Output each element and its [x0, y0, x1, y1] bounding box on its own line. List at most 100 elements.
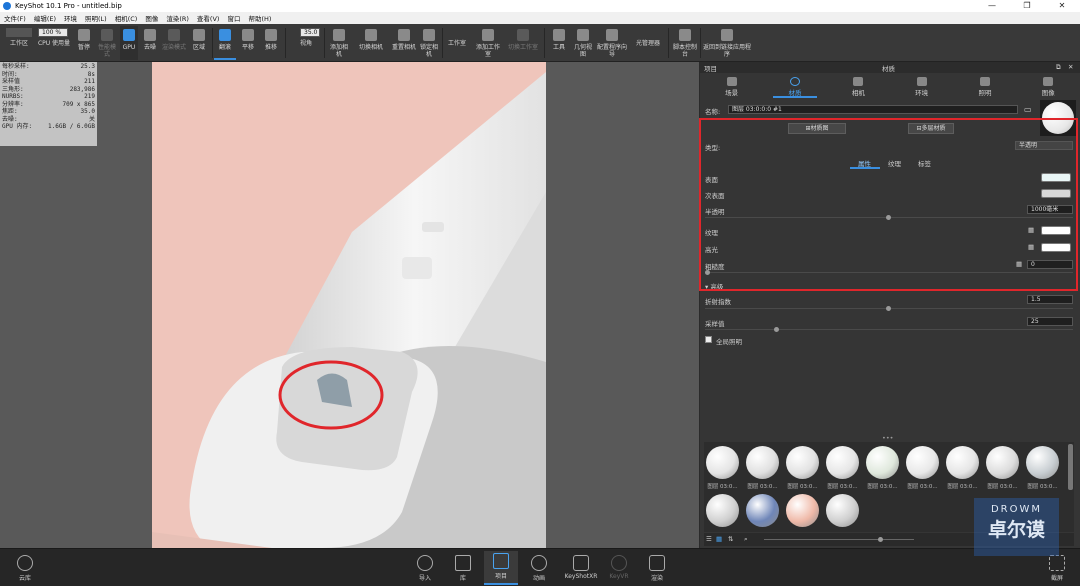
material-ball[interactable] [866, 446, 899, 479]
tool-region[interactable]: 区域 [188, 26, 210, 60]
specular-color-swatch[interactable] [1041, 243, 1071, 252]
samples-slider-knob[interactable] [774, 327, 779, 332]
samples-input[interactable]: 25 [1027, 317, 1073, 326]
texture-color-swatch[interactable] [1041, 226, 1071, 235]
library-button[interactable]: 库 [446, 553, 480, 582]
render-canvas[interactable] [152, 62, 546, 548]
multi-material-button[interactable]: ⊟多层材质 [908, 123, 954, 134]
menu-view[interactable]: 查看(V) [193, 13, 224, 23]
tool-configurator-wizard[interactable]: 配置程序向导 [596, 26, 628, 60]
tool-gpu[interactable]: GPU [120, 26, 138, 60]
material-ball[interactable] [1026, 446, 1059, 479]
translucency-input[interactable]: 1000毫米 [1027, 205, 1073, 214]
material-type-dropdown[interactable]: 半透明 [1015, 141, 1073, 150]
tab-scene[interactable]: 场景 [700, 74, 763, 98]
tab-image[interactable]: 图像 [1017, 74, 1080, 98]
material-ball[interactable] [826, 494, 859, 527]
material-ball[interactable] [906, 446, 939, 479]
material-ball[interactable] [986, 446, 1019, 479]
search-icon[interactable]: ⌕ [744, 535, 748, 544]
roughness-slider[interactable] [705, 272, 1073, 273]
cloud-library-button[interactable]: 云库 [8, 553, 42, 582]
tab-camera[interactable]: 相机 [827, 74, 890, 98]
cpu-usage-field[interactable]: 100 % [38, 28, 68, 37]
menu-lighting[interactable]: 照明(L) [81, 13, 111, 23]
subsurface-color-swatch[interactable] [1041, 189, 1071, 198]
menu-help[interactable]: 帮助(H) [244, 13, 275, 23]
menu-edit[interactable]: 编辑(E) [30, 13, 60, 23]
roughness-input[interactable]: 0 [1027, 260, 1073, 269]
tab-material[interactable]: 材质 [763, 74, 826, 98]
menu-environment[interactable]: 环境 [60, 13, 81, 23]
keyshotxr-button[interactable]: KeyShotXR [562, 553, 600, 580]
material-name-input[interactable]: 图层 03:0:0:0 #1 [728, 105, 1018, 114]
tool-add-studio[interactable]: 添加工作室 [474, 26, 502, 60]
tool-pan[interactable]: 平移 [238, 26, 258, 60]
roughness-map-icon[interactable]: ▦ [1016, 260, 1022, 268]
panel-float-icon[interactable]: ⧉ [1056, 63, 1061, 72]
sort-icon[interactable]: ⇅ [728, 535, 733, 543]
tab-lighting[interactable]: 照明 [953, 74, 1016, 98]
material-ball[interactable] [746, 446, 779, 479]
material-ball[interactable] [706, 446, 739, 479]
ior-slider-knob[interactable] [886, 306, 891, 311]
library-scrollbar[interactable] [1068, 444, 1073, 490]
material-graph-button[interactable]: ⊞材质图 [788, 123, 846, 134]
material-ball[interactable] [786, 494, 819, 527]
menu-window[interactable]: 窗口 [223, 13, 244, 23]
tool-lock-camera[interactable]: 锁定相机 [418, 26, 440, 60]
thumbnail-size-knob[interactable] [878, 537, 883, 542]
tool-reset-camera[interactable]: 重置相机 [392, 26, 416, 60]
fov-field[interactable]: 35.0 [300, 28, 320, 37]
tool-render-mode[interactable]: 渲染模式 [162, 26, 186, 60]
tool-dolly[interactable]: 推移 [260, 26, 282, 60]
subtab-textures[interactable]: 纹理 [888, 158, 901, 168]
workspace-dropdown[interactable] [6, 28, 32, 37]
material-ball[interactable] [786, 446, 819, 479]
thumbnail-size-slider[interactable] [764, 539, 914, 540]
tool-return-to-linked-app[interactable]: 返回到链接应用程序 [702, 26, 752, 60]
material-ball[interactable] [826, 446, 859, 479]
menu-image[interactable]: 图像 [141, 13, 162, 23]
tool-add-camera[interactable]: 添加相机 [328, 26, 350, 60]
specular-map-icon[interactable]: ▦ [1028, 243, 1034, 251]
animation-button[interactable]: 动画 [522, 553, 556, 582]
surface-color-swatch[interactable] [1041, 173, 1071, 182]
maximize-button[interactable]: ❐ [1010, 0, 1044, 12]
menu-render[interactable]: 渲染(R) [162, 13, 193, 23]
splitter-dots[interactable]: ••• [882, 434, 894, 442]
render-button[interactable]: 渲染 [640, 553, 674, 582]
tool-switch-studio[interactable]: 切换工作室 [508, 26, 538, 60]
material-ball[interactable] [946, 446, 979, 479]
tool-performance-mode[interactable]: 性能模式 [96, 26, 118, 60]
render-viewport[interactable]: 每秒采样: 25.3 时间: 8s 采样值 211 三角形: 283,986 NURBS… [0, 62, 699, 548]
material-ball[interactable] [706, 494, 739, 527]
texture-map-icon[interactable]: ▦ [1028, 226, 1034, 234]
list-view-icon[interactable]: ☰ [706, 535, 712, 543]
project-button[interactable]: 项目 [484, 551, 518, 585]
tool-tumble[interactable]: 翻滚 [214, 26, 236, 60]
tool-denoise[interactable]: 去噪 [140, 26, 160, 60]
tool-geometry-view[interactable]: 几何视图 [572, 26, 594, 60]
tab-environment[interactable]: 环境 [890, 74, 953, 98]
grid-view-icon[interactable]: ▦ [716, 535, 722, 543]
panel-close-icon[interactable]: ✕ [1068, 63, 1073, 71]
translucency-slider-knob[interactable] [886, 215, 891, 220]
material-ball[interactable] [746, 494, 779, 527]
keyvr-button[interactable]: KeyVR [602, 553, 636, 580]
screenshot-button[interactable]: 截屏 [1040, 553, 1074, 582]
roughness-slider-knob[interactable] [705, 270, 710, 275]
samples-slider[interactable] [705, 329, 1073, 330]
menu-file[interactable]: 文件(F) [0, 13, 30, 23]
minimize-button[interactable]: — [975, 0, 1009, 12]
tool-script-console[interactable]: 脚本控制台 [672, 26, 698, 60]
tool-pause[interactable]: 暂停 [74, 26, 94, 60]
save-material-icon[interactable]: ▭ [1024, 105, 1032, 114]
tool-tools[interactable]: 工具 [548, 26, 570, 60]
import-button[interactable]: 导入 [408, 553, 442, 582]
close-button[interactable]: ✕ [1045, 0, 1079, 12]
ior-input[interactable]: 1.5 [1027, 295, 1073, 304]
advanced-section-toggle[interactable]: ▾ 高级 [705, 281, 723, 291]
menu-camera[interactable]: 相机(C) [111, 13, 142, 23]
subtab-labels[interactable]: 标签 [918, 158, 931, 168]
